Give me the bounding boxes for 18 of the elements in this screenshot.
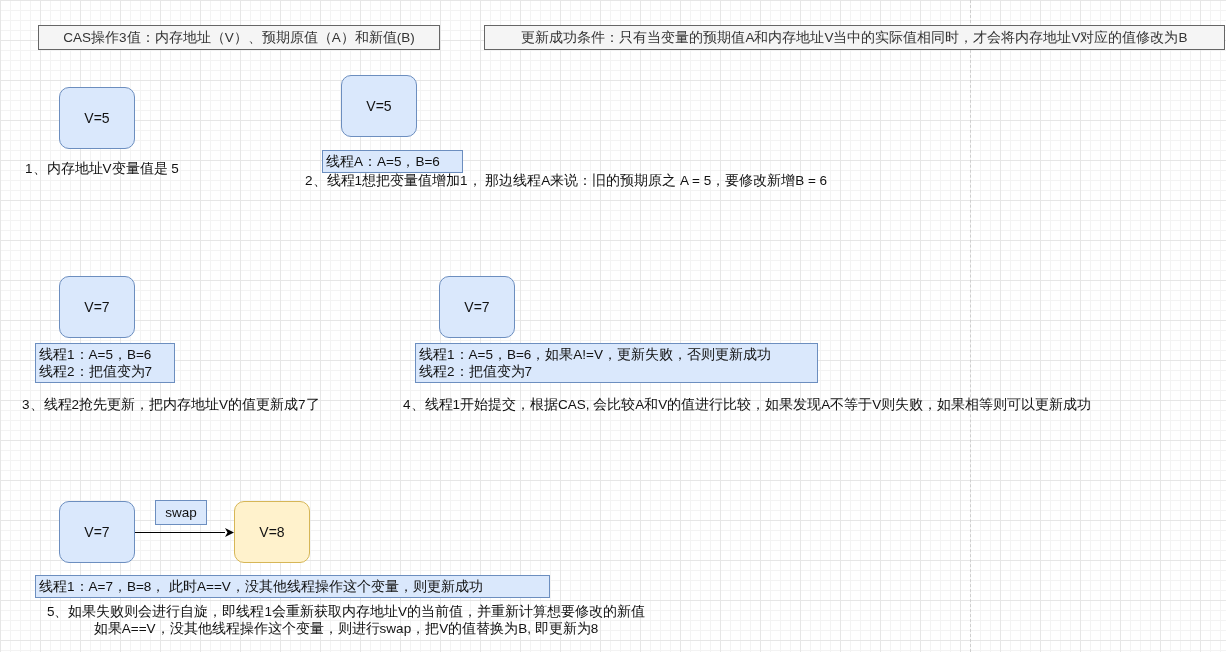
title-box: 更新成功条件：只有当变量的预期值A和内存地址V当中的实际值相同时，才会将内存地址V对应的值修改为B bbox=[484, 25, 1225, 50]
note-box: 线程A：A=5，B=6 bbox=[322, 150, 463, 173]
value-node: V=5 bbox=[59, 87, 135, 149]
value-node: V=7 bbox=[59, 501, 135, 563]
step-caption: 3、线程2抢先更新，把内存地址V的值更新成7了 bbox=[22, 396, 320, 413]
value-node: V=8 bbox=[234, 501, 310, 563]
value-node: V=5 bbox=[341, 75, 417, 137]
note-box: 线程1：A=7，B=8， 此时A==V，没其他线程操作这个变量，则更新成功 bbox=[35, 575, 550, 598]
title-box: CAS操作3值：内存地址（V）、预期原值（A）和新值(B) bbox=[38, 25, 440, 50]
step-caption: 1、内存地址V变量值是 5 bbox=[25, 160, 179, 177]
step-caption: 5、如果失败则会进行自旋，即线程1会重新获取内存地址V的当前值，并重新计算想要修改的新值 如果A==V，没其他线程操作这个变量，则进行swap，把V的值替换为B, 即更新为8 bbox=[46, 603, 646, 637]
step-caption: 2、线程1想把变量值增加1， 那边线程A来说：旧的预期原之 A = 5，要修改新增B = 6 bbox=[305, 172, 828, 189]
note-box: 线程1：A=5，B=6，如果A!=V，更新失败，否则更新成功 线程2：把值变为7 bbox=[415, 343, 818, 383]
value-node: V=7 bbox=[439, 276, 515, 338]
value-node: V=7 bbox=[59, 276, 135, 338]
step-caption: 4、线程1开始提交，根据CAS, 会比较A和V的值进行比较，如果发现A不等于V则失败，如果相等则可以更新成功 bbox=[403, 396, 1092, 413]
edge-label: swap bbox=[155, 500, 207, 525]
note-box: 线程1：A=5，B=6 线程2：把值变为7 bbox=[35, 343, 175, 383]
